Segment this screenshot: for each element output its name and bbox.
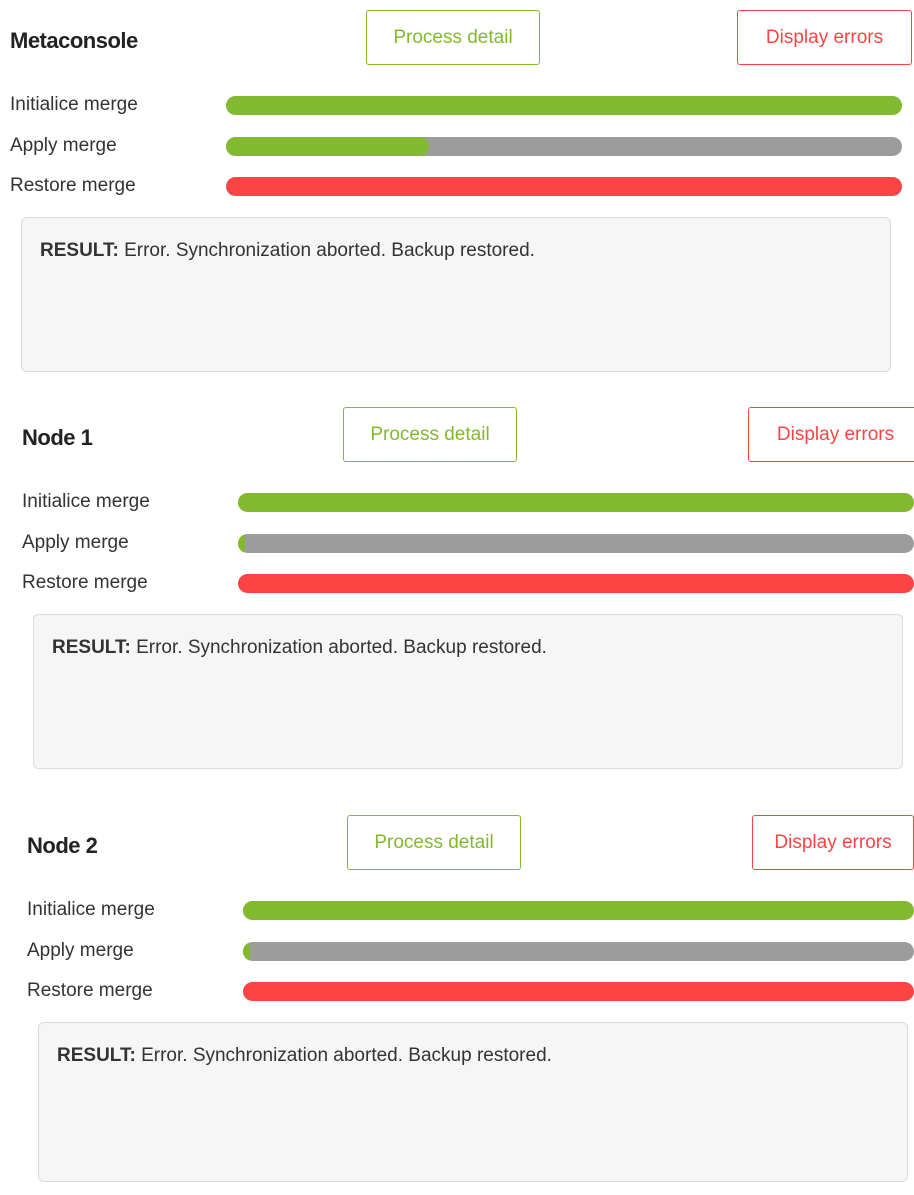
step-label: Initialice merge [22,491,150,512]
result-label: RESULT: [57,1045,136,1066]
sync-section-node-2: Node 2 Process detail Display errors Ini… [27,815,914,1195]
step-label: Apply merge [22,532,129,553]
progress-fill [243,942,250,961]
sync-section-metaconsole: Metaconsole Process detail Display error… [10,10,914,390]
progress-bar [243,942,914,961]
section-title: Node 1 [22,425,93,450]
progress-fill [243,901,914,920]
progress-fill [226,96,902,115]
result-message: Error. Synchronization aborted. Backup r… [118,240,535,261]
progress-bar [243,901,914,920]
step-apply-merge: Apply merge [22,532,914,554]
step-label: Restore merge [22,572,148,593]
progress-bar [238,534,914,553]
progress-fill [226,177,902,196]
display-errors-button[interactable]: Display errors [748,407,914,462]
progress-bar [226,137,902,156]
step-restore-merge: Restore merge [22,572,914,594]
step-label: Restore merge [10,175,136,196]
progress-bar [238,493,914,512]
step-apply-merge: Apply merge [10,135,902,157]
progress-fill [238,574,914,593]
step-initialice-merge: Initialice merge [10,94,902,116]
step-apply-merge: Apply merge [27,940,914,962]
progress-bar [243,982,914,1001]
result-box: RESULT: Error. Synchronization aborted. … [38,1022,908,1182]
step-label: Initialice merge [10,94,138,115]
step-label: Initialice merge [27,899,155,920]
result-label: RESULT: [40,240,119,261]
sync-section-node-1: Node 1 Process detail Display errors Ini… [22,407,914,787]
step-label: Apply merge [10,135,117,156]
result-box: RESULT: Error. Synchronization aborted. … [33,614,903,769]
process-detail-button[interactable]: Process detail [343,407,517,462]
display-errors-button[interactable]: Display errors [737,10,912,65]
progress-fill [238,534,245,553]
result-message: Error. Synchronization aborted. Backup r… [135,1045,552,1066]
step-label: Apply merge [27,940,134,961]
progress-bar [238,574,914,593]
step-restore-merge: Restore merge [27,980,914,1002]
section-title: Node 2 [27,833,98,858]
progress-bar [226,177,902,196]
display-errors-button[interactable]: Display errors [752,815,914,870]
result-box: RESULT: Error. Synchronization aborted. … [21,217,891,372]
process-detail-button[interactable]: Process detail [347,815,521,870]
progress-bar [226,96,902,115]
step-restore-merge: Restore merge [10,175,902,197]
process-detail-button[interactable]: Process detail [366,10,540,65]
progress-fill [226,137,429,156]
step-label: Restore merge [27,980,153,1001]
step-initialice-merge: Initialice merge [27,899,914,921]
section-title: Metaconsole [10,28,138,53]
result-message: Error. Synchronization aborted. Backup r… [130,637,547,658]
progress-fill [238,493,914,512]
result-label: RESULT: [52,637,131,658]
step-initialice-merge: Initialice merge [22,491,914,513]
progress-fill [243,982,914,1001]
